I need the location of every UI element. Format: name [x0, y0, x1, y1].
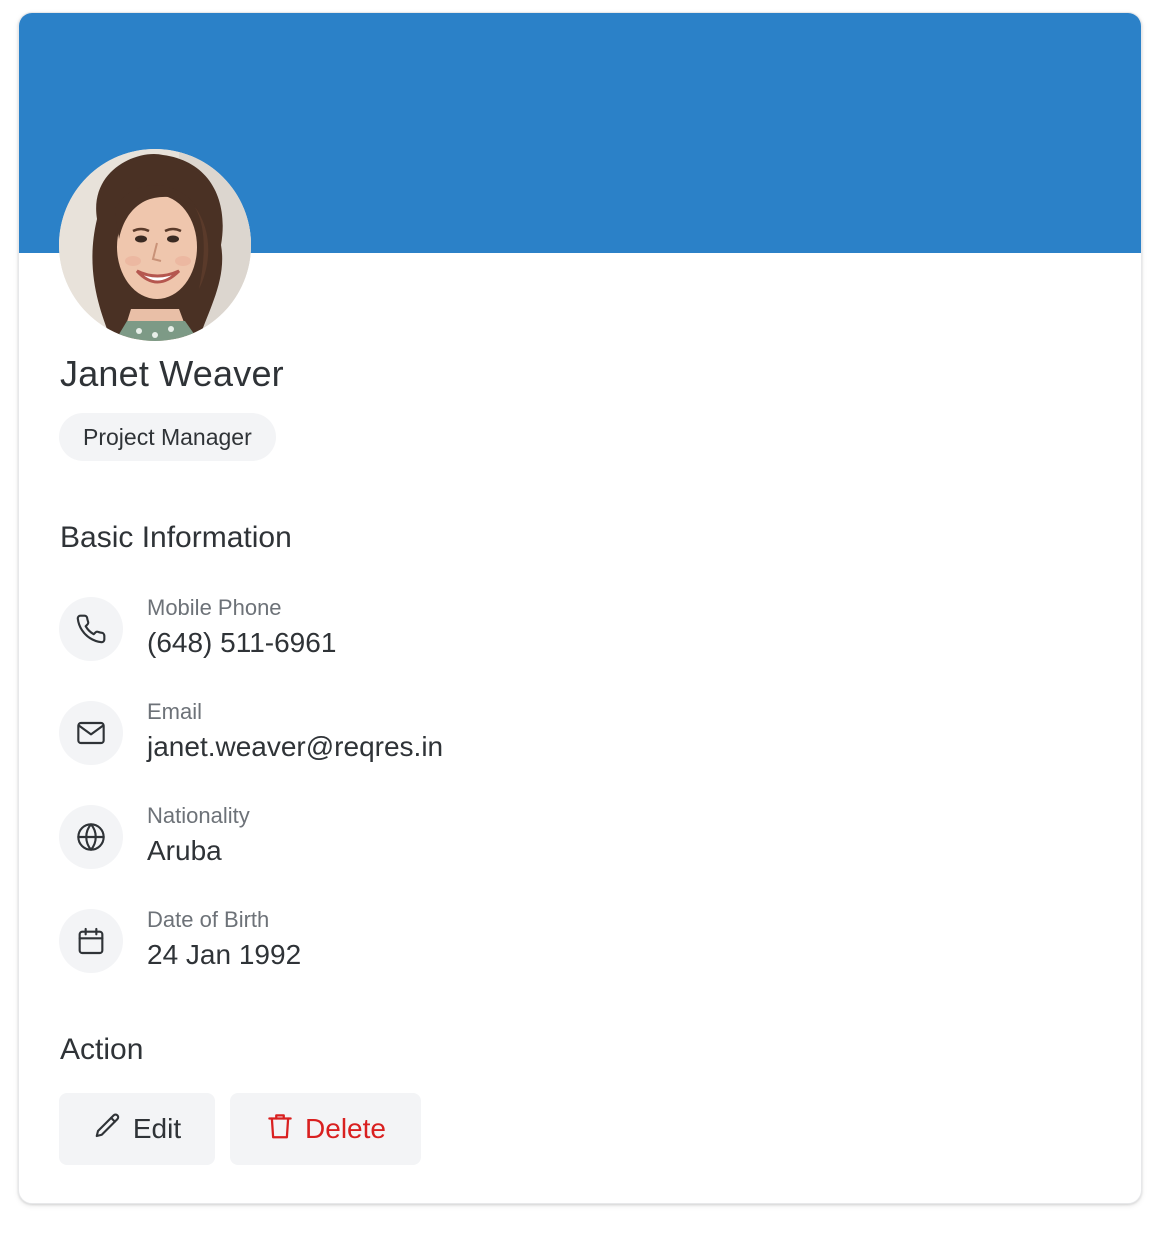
role-badge: Project Manager [59, 413, 276, 461]
info-row-dob: Date of Birth 24 Jan 1992 [59, 907, 659, 989]
info-value-phone: (648) 511-6961 [147, 627, 337, 658]
info-label: Nationality [147, 803, 250, 828]
delete-button[interactable]: Delete [230, 1093, 421, 1165]
info-row-phone: Mobile Phone (648) 511-6961 [59, 595, 659, 677]
info-label: Date of Birth [147, 907, 270, 932]
calendar-icon [59, 909, 123, 973]
edit-button[interactable]: Edit [59, 1093, 215, 1165]
pencil-icon [93, 1111, 123, 1148]
info-row-email: Email janet.weaver@reqres.in [59, 699, 659, 781]
info-value-email: janet.weaver@reqres.in [147, 731, 444, 762]
mail-icon [59, 701, 123, 765]
info-label: Email [147, 699, 203, 724]
avatar-portrait [59, 149, 251, 341]
info-label: Mobile Phone [147, 595, 282, 620]
globe-icon [59, 805, 123, 869]
info-value-dob: 24 Jan 1992 [147, 939, 302, 970]
avatar [59, 149, 251, 341]
action-title: Action [60, 1033, 144, 1066]
info-value-nationality: Aruba [147, 835, 222, 866]
trash-icon [265, 1111, 295, 1148]
phone-icon [59, 597, 123, 661]
profile-name: Janet Weaver [60, 353, 284, 394]
delete-label: Delete [305, 1113, 386, 1144]
basic-info-title: Basic Information [60, 521, 292, 554]
info-row-nationality: Nationality Aruba [59, 803, 659, 885]
profile-card: Janet Weaver Project Manager Basic Infor… [18, 12, 1142, 1204]
edit-label: Edit [132, 1113, 182, 1144]
